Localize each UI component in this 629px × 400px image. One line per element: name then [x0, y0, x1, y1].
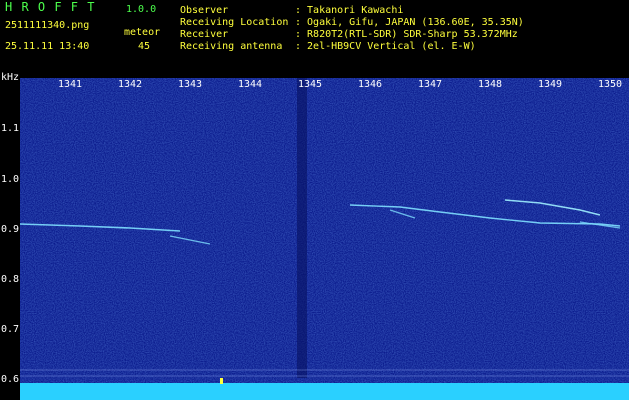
- receiver-label: Receiver: [180, 29, 229, 40]
- y-tick-label: 0.9: [1, 224, 20, 235]
- x-tick-label: 1341: [58, 79, 83, 90]
- y-tick-label: 1.1: [1, 123, 20, 134]
- app-version: 1.0.0: [126, 4, 157, 15]
- dark-band: [297, 78, 307, 378]
- y-tick-label: 1.0: [1, 174, 20, 185]
- y-tick-label: 0.6: [1, 374, 20, 385]
- meteor-count: 45: [138, 41, 151, 52]
- app-name: H R O F F T: [5, 0, 96, 14]
- x-tick-label: 1345: [298, 79, 323, 90]
- x-tick-label: 1349: [538, 79, 563, 90]
- header-panel: H R O F F T 1.0.0 2511111340.png meteor …: [0, 0, 629, 78]
- meteor-label: meteor: [124, 27, 161, 38]
- y-tick-label: 0.8: [1, 274, 20, 285]
- x-tick-label: 1350: [598, 79, 623, 90]
- date-time: 25.11.11 13:40: [5, 41, 90, 52]
- location-label: Receiving Location: [180, 17, 289, 28]
- location-value: : Ogaki, Gifu, JAPAN (136.60E, 35.35N): [295, 17, 524, 28]
- x-tick-label: 1346: [358, 79, 383, 90]
- file-name: 2511111340.png: [5, 20, 90, 31]
- observer-label: Observer: [180, 5, 229, 16]
- x-tick-label: 1348: [478, 79, 503, 90]
- spectrogram: [20, 78, 629, 400]
- spectrogram-noise: [20, 78, 629, 400]
- antenna-value: : 2el-HB9CV Vertical (el. E-W): [295, 41, 476, 52]
- y-unit-label: kHz: [1, 72, 20, 83]
- receiver-value: : R820T2(RTL-SDR) SDR-Sharp 53.372MHz: [295, 29, 518, 40]
- y-tick-label: 0.7: [1, 324, 20, 335]
- amplitude-peak: [220, 378, 223, 384]
- x-tick-label: 1344: [238, 79, 263, 90]
- antenna-label: Receiving antenna: [180, 41, 283, 52]
- observer-value: : Takanori Kawachi: [295, 5, 404, 16]
- x-tick-label: 1347: [418, 79, 443, 90]
- x-tick-label: 1342: [118, 79, 143, 90]
- amplitude-bar: [20, 383, 629, 400]
- x-tick-label: 1343: [178, 79, 203, 90]
